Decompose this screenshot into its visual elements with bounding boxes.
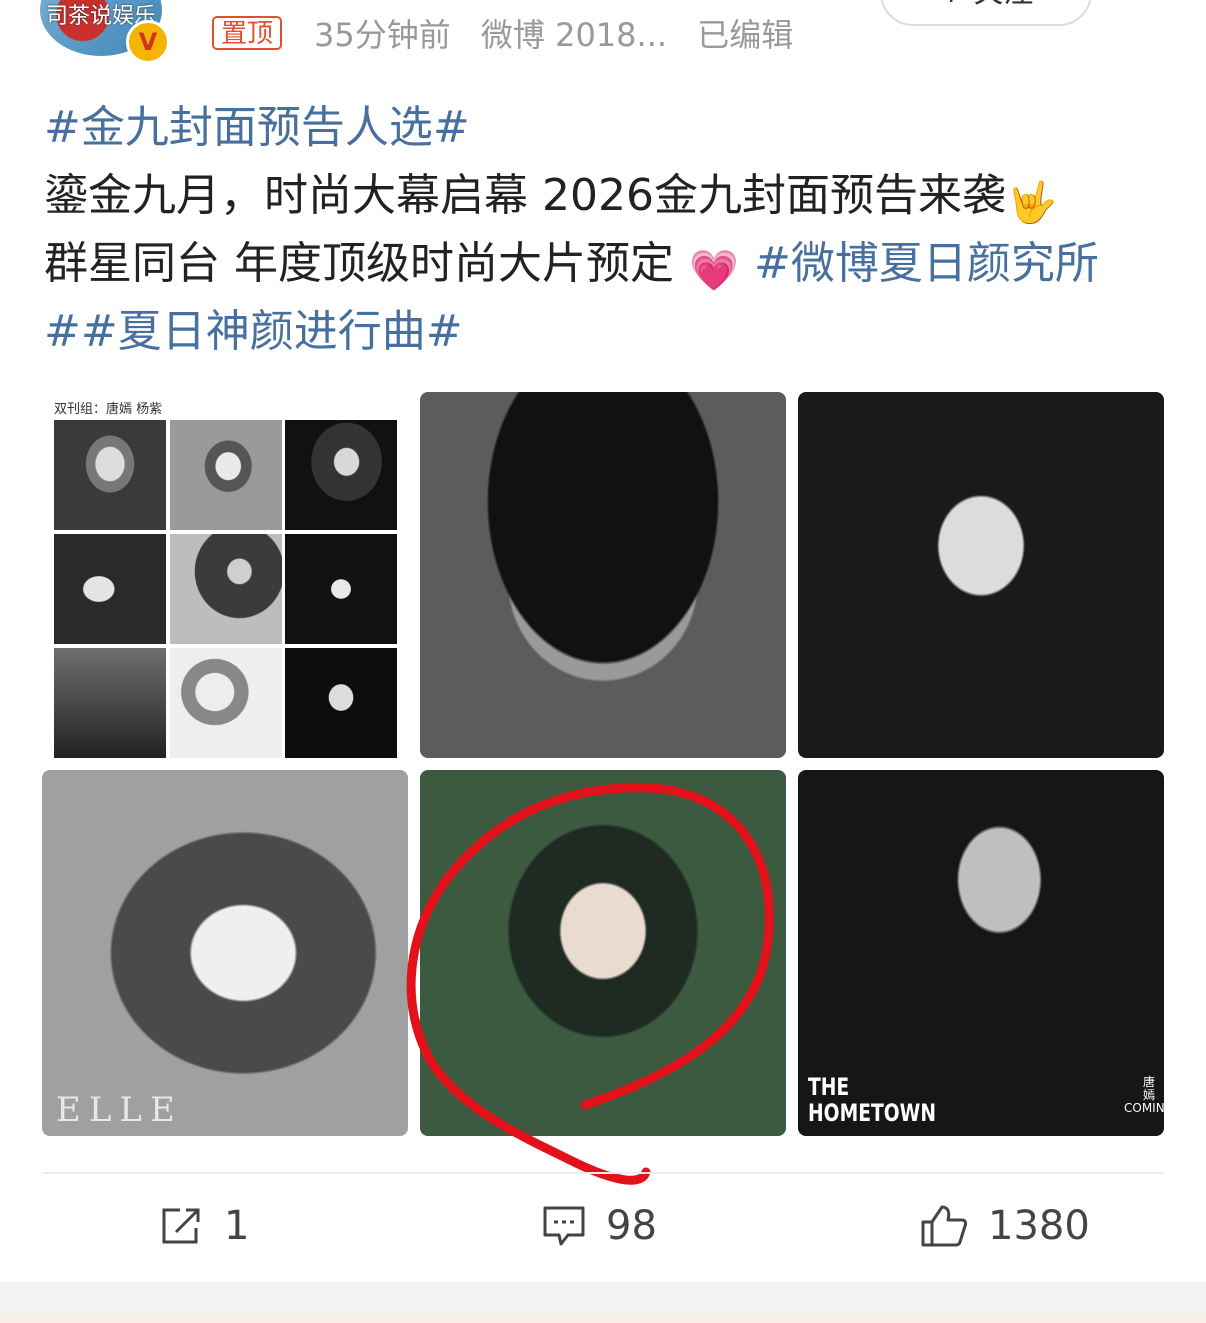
post-text-segment: 群星同台 年度顶级时尚大片预定 — [44, 238, 674, 289]
cover-name-mark: 唐 嫣 COMING — [1124, 1076, 1164, 1115]
verified-badge-icon: V — [126, 20, 170, 64]
collage-thumb — [285, 420, 397, 530]
edited-label[interactable]: 已编辑 — [697, 16, 793, 54]
collage-thumb — [54, 420, 166, 530]
comment-button[interactable]: 98 — [542, 1200, 657, 1252]
comment-icon — [543, 1206, 585, 1246]
post-line-2: 鎏金九月，时尚大幕启幕 2026金九封面预告来袭🤟 — [44, 162, 1174, 230]
repost-icon — [162, 1208, 200, 1244]
collage-thumb — [170, 648, 282, 758]
collage-thumb — [54, 648, 166, 758]
post-line-4: ##夏日神颜进行曲# — [44, 298, 1174, 366]
hometown-logo: THE HOMETOWN — [808, 1074, 936, 1126]
elle-logo: ELLE — [56, 1090, 183, 1130]
collage-thumb — [285, 648, 397, 758]
image-collage[interactable]: 双刊组：唐嫣 杨紫 — [42, 392, 408, 758]
post-time: 35分钟前 — [314, 16, 451, 54]
topic-link-summer-beauty[interactable]: #微博夏日颜究所 — [754, 238, 1099, 289]
repost-button[interactable]: 1 — [160, 1200, 249, 1252]
image-portrait-hat[interactable] — [420, 392, 786, 758]
post-body: #金九封面预告人选# 鎏金九月，时尚大幕启幕 2026金九封面预告来袭🤟 群星同… — [44, 94, 1174, 366]
post-line-1: #金九封面预告人选# — [44, 94, 1174, 162]
collage-thumb — [54, 534, 166, 644]
cover-coming-text: COMING — [1124, 1101, 1164, 1115]
like-button[interactable]: 1380 — [920, 1200, 1090, 1252]
heart-emoji-icon: 💗 — [689, 248, 739, 294]
hometown-logo-line: HOMETOWN — [808, 1099, 937, 1127]
action-bar-divider — [42, 1172, 1164, 1174]
post-meta: 35分钟前 微博 2018... 已编辑 — [314, 10, 813, 56]
collage-title: 双刊组：唐嫣 杨紫 — [54, 402, 163, 417]
post-text-segment: 鎏金九月，时尚大幕启幕 2026金九封面预告来袭 — [44, 170, 1006, 221]
repost-count: 1 — [224, 1203, 250, 1249]
image-hometown-cover[interactable]: THE HOMETOWN 唐 嫣 COMING — [798, 770, 1164, 1136]
post-source[interactable]: 微博 2018... — [481, 16, 667, 54]
follow-button[interactable]: + 关注 — [880, 0, 1092, 26]
thumbs-up-icon — [921, 1205, 968, 1247]
collage-thumb — [285, 534, 397, 644]
next-card-edge — [0, 1314, 1206, 1323]
topic-link-summer-march[interactable]: ##夏日神颜进行曲# — [44, 306, 463, 357]
post-line-3: 群星同台 年度顶级时尚大片预定 💗 #微博夏日颜究所 — [44, 230, 1174, 298]
like-count: 1380 — [988, 1203, 1090, 1249]
topic-link-gold-september[interactable]: #金九封面预告人选# — [44, 102, 470, 153]
image-elle-cover[interactable]: ELLE — [42, 770, 408, 1136]
collage-thumb — [170, 534, 282, 644]
collage-thumb — [170, 420, 282, 530]
annotation-circle — [406, 783, 774, 1185]
rock-hand-emoji-icon: 🤟 — [1007, 180, 1057, 226]
hometown-logo-line: THE — [808, 1073, 850, 1101]
pinned-badge: 置顶 — [212, 16, 283, 50]
comment-count: 98 — [606, 1203, 657, 1249]
image-portrait-glasses[interactable] — [798, 392, 1164, 758]
